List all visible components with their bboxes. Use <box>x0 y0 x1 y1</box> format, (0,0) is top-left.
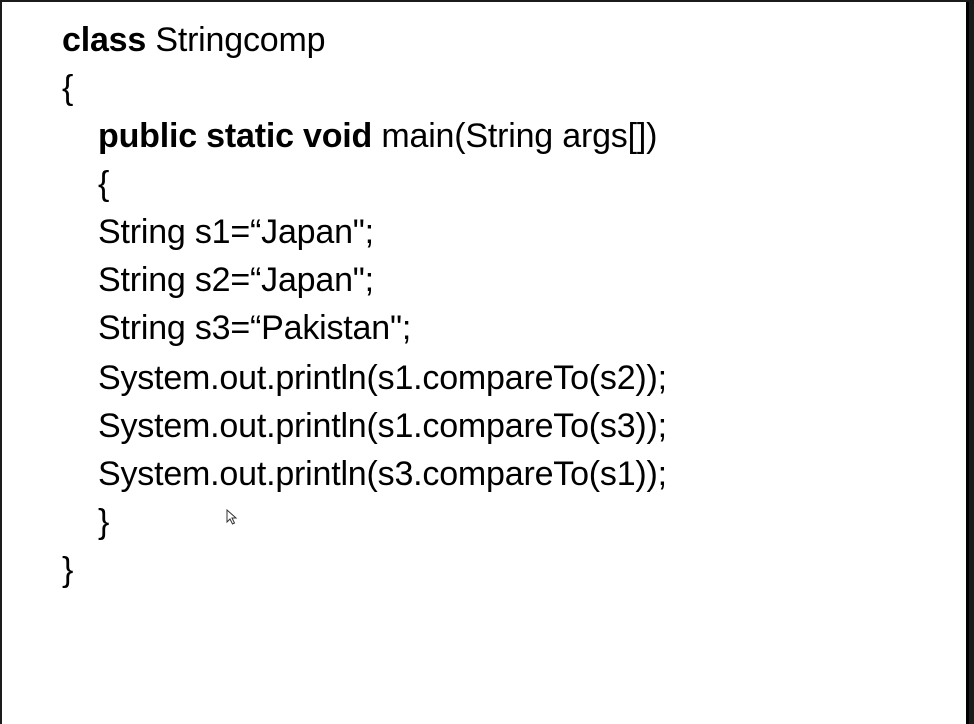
code-line-s3: String s3=“Pakistan"; <box>98 309 412 347</box>
code-line-s1: String s1=“Japan"; <box>98 213 374 251</box>
mouse-pointer-icon <box>226 509 238 525</box>
code-line-close-method-brace: } <box>98 503 110 541</box>
method-modifiers: public static void <box>98 117 373 155</box>
class-name: Stringcomp <box>146 21 326 59</box>
code-line-method-declaration: public static void main(String args[]) <box>98 116 657 156</box>
code-line-print-2: System.out.println(s1.compareTo(s3)); <box>98 407 667 445</box>
code-line-class-declaration: class Stringcomp <box>62 20 326 60</box>
code-line-s2: String s2=“Japan"; <box>98 261 374 299</box>
code-line-close-class-brace: } <box>62 551 74 589</box>
code-line-open-class-brace: { <box>62 69 74 107</box>
code-line-print-3: System.out.println(s3.compareTo(s1)); <box>98 455 667 493</box>
code-line-open-method-brace: { <box>98 165 110 203</box>
method-signature: main(String args[]) <box>372 117 658 155</box>
class-keyword: class <box>62 21 147 59</box>
slide-canvas: class Stringcomp { public static void ma… <box>2 2 969 724</box>
code-line-print-1: System.out.println(s1.compareTo(s2)); <box>98 359 667 397</box>
